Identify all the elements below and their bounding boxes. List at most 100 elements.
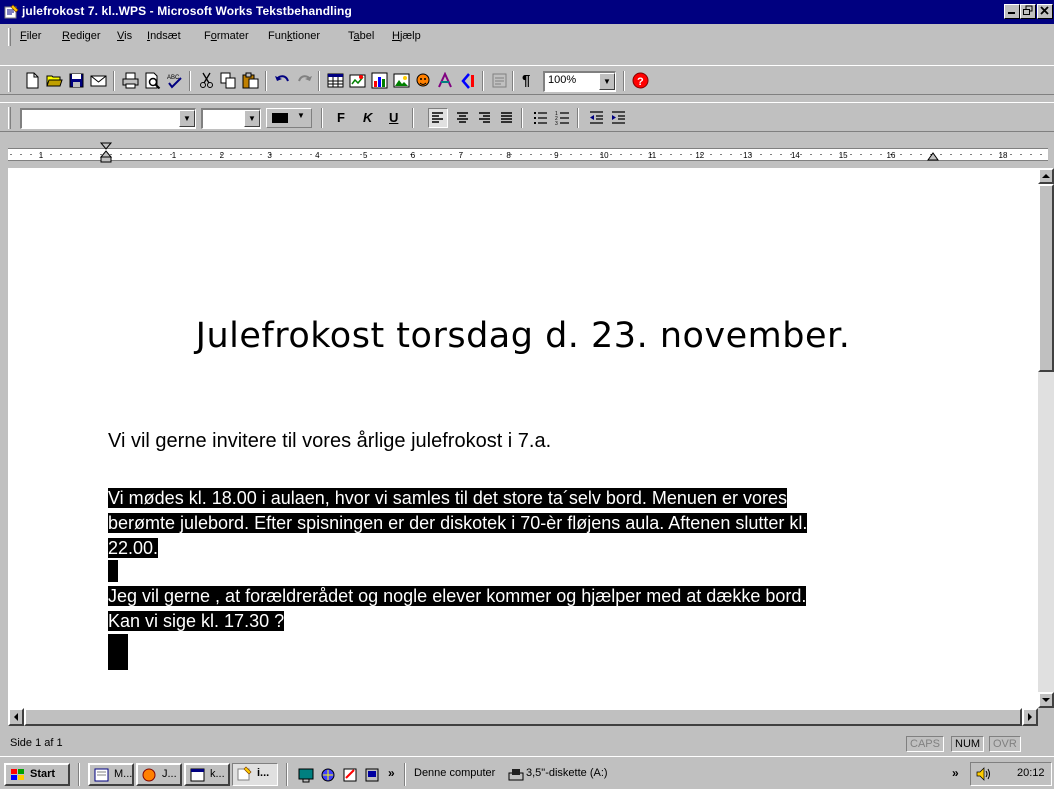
scroll-right-button[interactable] <box>1022 708 1038 726</box>
ruler-label: 9 <box>554 151 559 160</box>
print-preview-icon[interactable] <box>144 72 161 89</box>
numbering-icon[interactable]: 123 <box>554 109 571 126</box>
address-label-floppy[interactable]: 3,5"-diskette (A:) <box>526 767 608 779</box>
desktop-icon[interactable] <box>298 767 314 783</box>
show-formatting-marks-button[interactable]: ¶ <box>522 72 530 89</box>
chevron-down-icon[interactable]: ▼ <box>179 110 195 127</box>
menu-funktioner[interactable]: Funktioner <box>268 30 320 42</box>
insert-spreadsheet-icon[interactable] <box>349 72 366 89</box>
selected-text: Kan vi sige kl. 17.30 ? <box>108 611 285 631</box>
toolbar-separator <box>521 108 523 128</box>
spelling-check-icon[interactable]: ABC <box>166 72 183 89</box>
vertical-scrollbar[interactable] <box>1038 168 1054 708</box>
italic-button[interactable]: K <box>363 110 372 125</box>
taskbar: Start M... J... k... i... » Denne comput… <box>0 756 1054 789</box>
ruler[interactable]: 1 1 2 3 4 5 6 7 8 9 10 11 12 13 14 15 16 18 <box>0 140 1054 164</box>
new-document-icon[interactable] <box>24 72 41 89</box>
menu-rediger[interactable]: Rediger <box>62 30 101 42</box>
menu-indsaet[interactable]: Indsæt <box>147 30 181 42</box>
redo-icon[interactable] <box>296 72 313 89</box>
tray-chevron[interactable]: » <box>952 766 959 780</box>
ruler-label: 15 <box>839 151 848 160</box>
chevron-down-icon[interactable]: ▼ <box>244 110 260 127</box>
insert-picture-icon[interactable] <box>393 72 410 89</box>
scroll-down-button[interactable] <box>1038 692 1054 708</box>
zoom-select[interactable]: 100% ▼ <box>543 71 616 92</box>
clock: 20:12 <box>1017 767 1045 779</box>
insert-note-icon[interactable] <box>459 72 476 89</box>
size-grip[interactable] <box>1038 708 1054 726</box>
notes-icon[interactable] <box>342 767 358 783</box>
start-button[interactable]: Start <box>4 763 70 786</box>
horizontal-scrollbar[interactable] <box>8 708 1038 726</box>
copy-icon[interactable] <box>220 72 237 89</box>
toolbar-separator <box>265 71 267 91</box>
address-book-icon[interactable] <box>491 72 508 89</box>
print-icon[interactable] <box>122 72 139 89</box>
justify-icon[interactable] <box>498 109 515 126</box>
scroll-thumb[interactable] <box>1038 184 1054 372</box>
increase-indent-icon[interactable] <box>610 109 627 126</box>
open-folder-icon[interactable] <box>46 72 63 89</box>
right-indent-marker[interactable] <box>926 148 940 162</box>
save-icon[interactable] <box>68 72 85 89</box>
minimize-button[interactable] <box>1004 4 1020 19</box>
menu-hjaelp[interactable]: Hjælp <box>392 30 421 42</box>
selected-line: Vi mødes kl. 18.00 i aulaen, hvor vi sam… <box>108 486 787 511</box>
selected-text: 22.00. <box>108 538 159 558</box>
align-right-icon[interactable] <box>476 109 493 126</box>
status-bar: Side 1 af 1 CAPS NUM OVR <box>0 728 1054 754</box>
align-left-button[interactable] <box>428 108 448 128</box>
explorer-icon[interactable] <box>320 767 336 783</box>
insert-wordart-icon[interactable] <box>437 72 454 89</box>
app-icon <box>142 768 156 782</box>
task-button-k[interactable]: k... <box>184 763 230 786</box>
left-indent-marker[interactable] <box>99 142 113 164</box>
insert-table-icon[interactable] <box>327 72 344 89</box>
menu-formater[interactable]: Formater <box>204 30 249 42</box>
task-label: J... <box>162 768 177 780</box>
floppy-drive-icon[interactable] <box>508 767 524 783</box>
cut-icon[interactable] <box>198 72 215 89</box>
undo-icon[interactable] <box>274 72 291 89</box>
decrease-indent-icon[interactable] <box>588 109 605 126</box>
channel-icon[interactable] <box>364 767 380 783</box>
task-button-m[interactable]: M... <box>88 763 134 786</box>
underline-button[interactable]: U <box>389 110 398 125</box>
task-button-j[interactable]: J... <box>136 763 182 786</box>
bold-button[interactable]: F <box>337 110 345 125</box>
restore-button[interactable] <box>1020 4 1036 19</box>
send-mail-icon[interactable] <box>90 72 107 89</box>
svg-text:3: 3 <box>555 121 558 126</box>
ruler-label: 16 <box>887 151 896 160</box>
quicklaunch-chevron[interactable]: » <box>388 766 395 780</box>
ruler-label: 11 <box>648 151 657 160</box>
align-center-icon[interactable] <box>454 109 471 126</box>
font-size-select[interactable]: ▼ <box>201 108 261 129</box>
font-color-select[interactable]: ▼ <box>266 108 312 128</box>
volume-icon[interactable] <box>975 766 991 782</box>
font-name-select[interactable]: ▼ <box>20 108 196 129</box>
close-button[interactable] <box>1037 4 1053 19</box>
horizontal-scroll-thumb[interactable] <box>24 708 1022 726</box>
insert-chart-icon[interactable] <box>371 72 388 89</box>
toolbar-separator <box>318 71 320 91</box>
help-icon[interactable]: ? <box>632 72 649 89</box>
menu-filer[interactable]: Filer <box>20 30 41 42</box>
insert-clipart-icon[interactable] <box>415 72 432 89</box>
scroll-left-button[interactable] <box>8 708 24 726</box>
taskbar-separator <box>286 763 288 786</box>
ruler-label: 8 <box>506 151 511 160</box>
bullets-icon[interactable] <box>532 109 549 126</box>
toolbar-separator <box>113 71 115 91</box>
menu-vis[interactable]: Vis <box>117 30 132 42</box>
chevron-down-icon[interactable]: ▼ <box>599 73 615 90</box>
menu-tabel[interactable]: Tabel <box>348 30 374 42</box>
title-bar[interactable]: julefrokost 7. kl..WPS - Microsoft Works… <box>0 0 1054 24</box>
address-label-computer[interactable]: Denne computer <box>414 767 495 779</box>
menu-grip <box>8 28 11 46</box>
document-page[interactable]: Julefrokost torsdag d. 23. november. Vi … <box>8 168 1038 708</box>
task-button-active[interactable]: i... <box>232 763 278 786</box>
paste-icon[interactable] <box>242 72 259 89</box>
scroll-up-button[interactable] <box>1038 168 1054 184</box>
